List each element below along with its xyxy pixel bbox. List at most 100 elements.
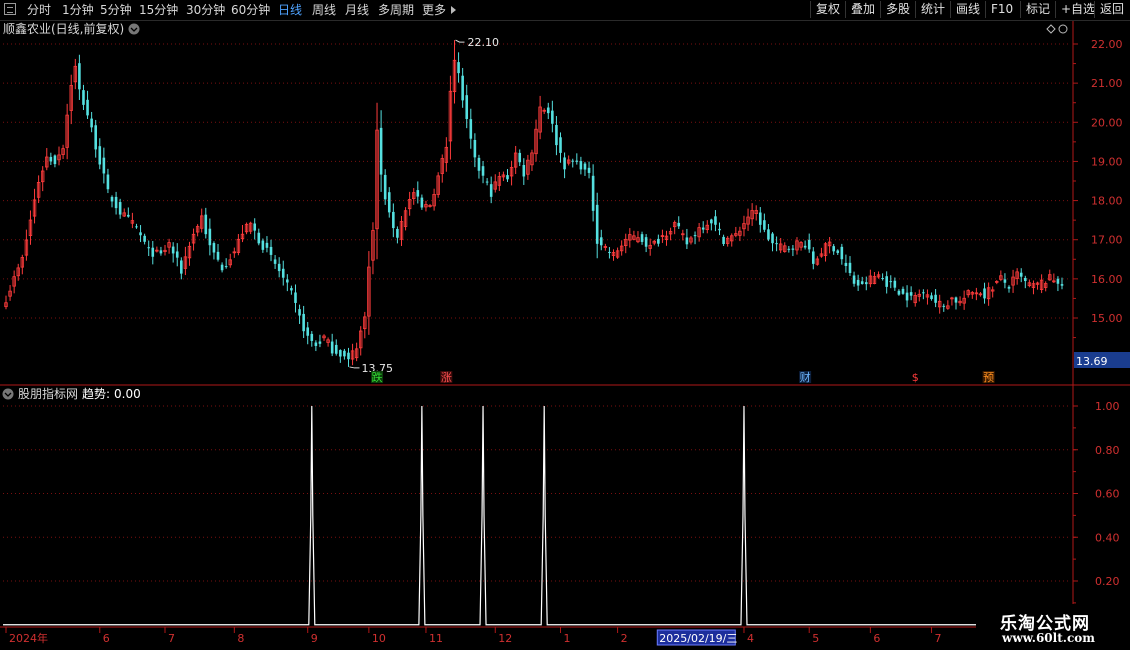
candle-body: [465, 95, 469, 120]
overlay-button[interactable]: 叠加: [845, 1, 881, 18]
candle-body: [1024, 277, 1027, 282]
candle-body: [82, 90, 85, 105]
tab-15min[interactable]: 15分钟: [139, 2, 178, 18]
date-tick-label: 2024年: [9, 631, 48, 645]
tab-more[interactable]: 更多: [422, 2, 446, 18]
candle-body: [339, 350, 342, 357]
candle-body: [860, 281, 864, 284]
candle-body: [159, 250, 163, 254]
candle-body: [310, 333, 314, 341]
price-tick-label: 19.00: [1091, 155, 1123, 168]
candle-body: [78, 63, 81, 90]
candle-body: [644, 237, 648, 247]
candle-body: [934, 294, 937, 303]
candle-body: [657, 238, 660, 244]
candle-body: [591, 175, 595, 211]
candle-body: [469, 119, 473, 139]
mark-button[interactable]: 标记: [1020, 1, 1056, 18]
tab-1min[interactable]: 1分钟: [62, 2, 94, 18]
candle-body: [807, 239, 811, 250]
price-tick-label: 16.00: [1091, 273, 1123, 286]
candle-body: [290, 288, 293, 291]
candle-body: [257, 232, 261, 244]
candle-body: [118, 202, 122, 215]
period-toolbar: 分时 1分钟 5分钟 15分钟 30分钟 60分钟 日线 周线 月线 多周期 更…: [0, 0, 1130, 21]
candle-body: [718, 228, 721, 231]
date-cursor-label: 2025/02/19/三: [656, 629, 737, 646]
candle-body: [171, 246, 175, 254]
tab-multi-period[interactable]: 多周期: [378, 2, 414, 18]
candle-body: [53, 155, 57, 165]
candle-body: [461, 75, 464, 101]
candle-body: [114, 196, 118, 209]
tab-5min[interactable]: 5分钟: [100, 2, 132, 18]
candle-body: [318, 341, 322, 344]
candle-body: [885, 276, 888, 287]
tab-weekly[interactable]: 周线: [312, 2, 336, 18]
candle-body: [212, 243, 216, 253]
menu-icon[interactable]: [4, 3, 16, 15]
fuquan-button[interactable]: 复权: [810, 1, 846, 18]
candle-body: [930, 295, 933, 300]
indicator-tick-label: 0.20: [1095, 575, 1120, 588]
statistics-button[interactable]: 统计: [915, 1, 951, 18]
indicator-tick-label: 1.00: [1095, 400, 1120, 413]
candle-body: [286, 279, 289, 283]
candle-body: [767, 229, 770, 240]
candle-body: [595, 204, 599, 244]
candle-body: [298, 309, 301, 316]
candle-body: [1003, 279, 1007, 283]
candle-body: [473, 139, 477, 158]
candle-body: [864, 282, 868, 285]
candle-body: [559, 137, 562, 153]
date-tick-label: 7: [935, 632, 942, 645]
candle-body: [608, 251, 611, 253]
candle-body: [901, 288, 905, 294]
candle-body: [127, 214, 130, 217]
tab-fenshi[interactable]: 分时: [27, 2, 51, 18]
event-marker: 预: [982, 371, 995, 384]
candle-body: [102, 157, 106, 174]
candle-body: [685, 237, 689, 245]
event-marker: 涨: [440, 371, 453, 384]
candle-body: [722, 236, 725, 245]
draw-line-button[interactable]: 画线: [950, 1, 986, 18]
candle-body: [571, 160, 575, 162]
candle-body: [758, 212, 762, 225]
candle-body: [791, 248, 795, 250]
candle-body: [86, 99, 89, 116]
candle-body: [856, 279, 860, 286]
candle-body: [640, 234, 644, 242]
price-tick-label: 18.00: [1091, 195, 1123, 208]
candle-body: [383, 174, 387, 200]
candle-body: [832, 246, 835, 252]
multi-stock-button[interactable]: 多股: [880, 1, 916, 18]
candle-body: [90, 118, 93, 128]
f10-button[interactable]: F10: [985, 1, 1021, 18]
candle-body: [710, 219, 713, 224]
date-tick-label: 6: [873, 632, 880, 645]
candle-body: [583, 163, 587, 170]
candle-body: [481, 166, 485, 176]
candle-body: [693, 235, 697, 237]
event-marker: 跌: [371, 370, 384, 384]
tab-30min[interactable]: 30分钟: [186, 2, 225, 18]
candle-body: [343, 350, 346, 357]
candle-body: [273, 259, 277, 264]
price-tick-label: 17.00: [1091, 234, 1123, 247]
tab-60min[interactable]: 60分钟: [231, 2, 270, 18]
candle-body: [1060, 284, 1064, 286]
chevron-right-icon[interactable]: [451, 6, 456, 14]
candle-body: [852, 275, 856, 284]
add-watchlist-button[interactable]: +自选: [1055, 1, 1095, 18]
candle-body: [714, 216, 717, 225]
tab-monthly[interactable]: 月线: [345, 2, 369, 18]
tab-daily[interactable]: 日线: [278, 2, 302, 18]
candle-body: [506, 175, 509, 180]
candle-body: [551, 110, 554, 124]
event-marker-label: 财: [800, 370, 811, 384]
candle-body: [180, 260, 183, 274]
back-button[interactable]: 返回: [1094, 1, 1130, 18]
event-marker-label: $: [912, 371, 919, 384]
candle-body: [803, 245, 807, 248]
